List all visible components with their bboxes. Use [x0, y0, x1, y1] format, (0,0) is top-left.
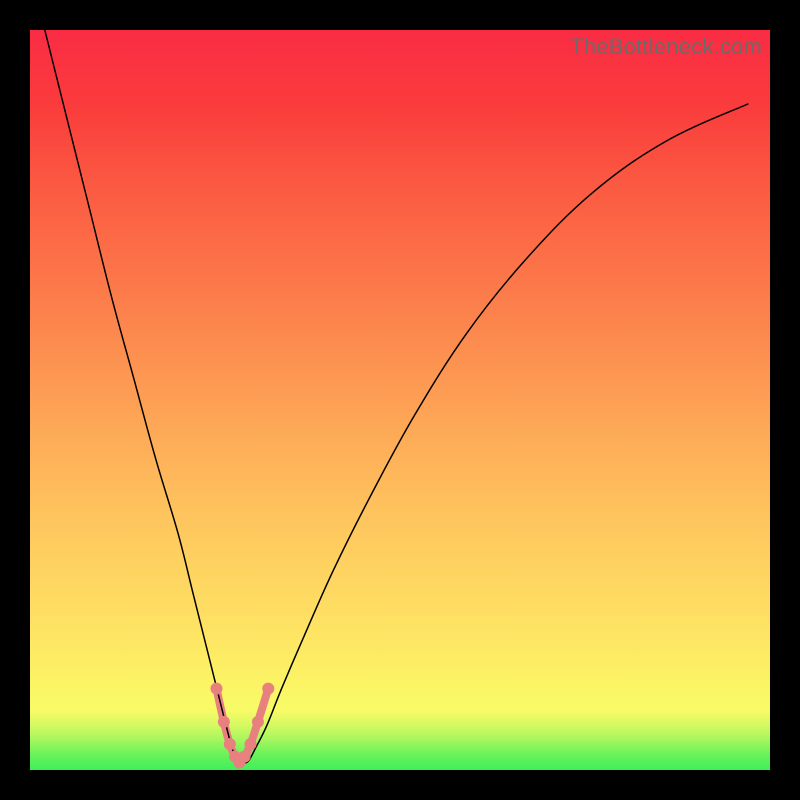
bottleneck-curve — [45, 30, 748, 763]
marker-point — [262, 683, 274, 695]
plot-area: TheBottleneck.com — [30, 30, 770, 770]
marker-point — [245, 738, 257, 750]
chart-container: TheBottleneck.com — [0, 0, 800, 800]
marker-point — [239, 751, 251, 763]
marker-point — [224, 738, 236, 750]
marker-point — [210, 683, 222, 695]
marker-point — [252, 716, 264, 728]
chart-svg — [30, 30, 770, 770]
marker-point — [218, 716, 230, 728]
